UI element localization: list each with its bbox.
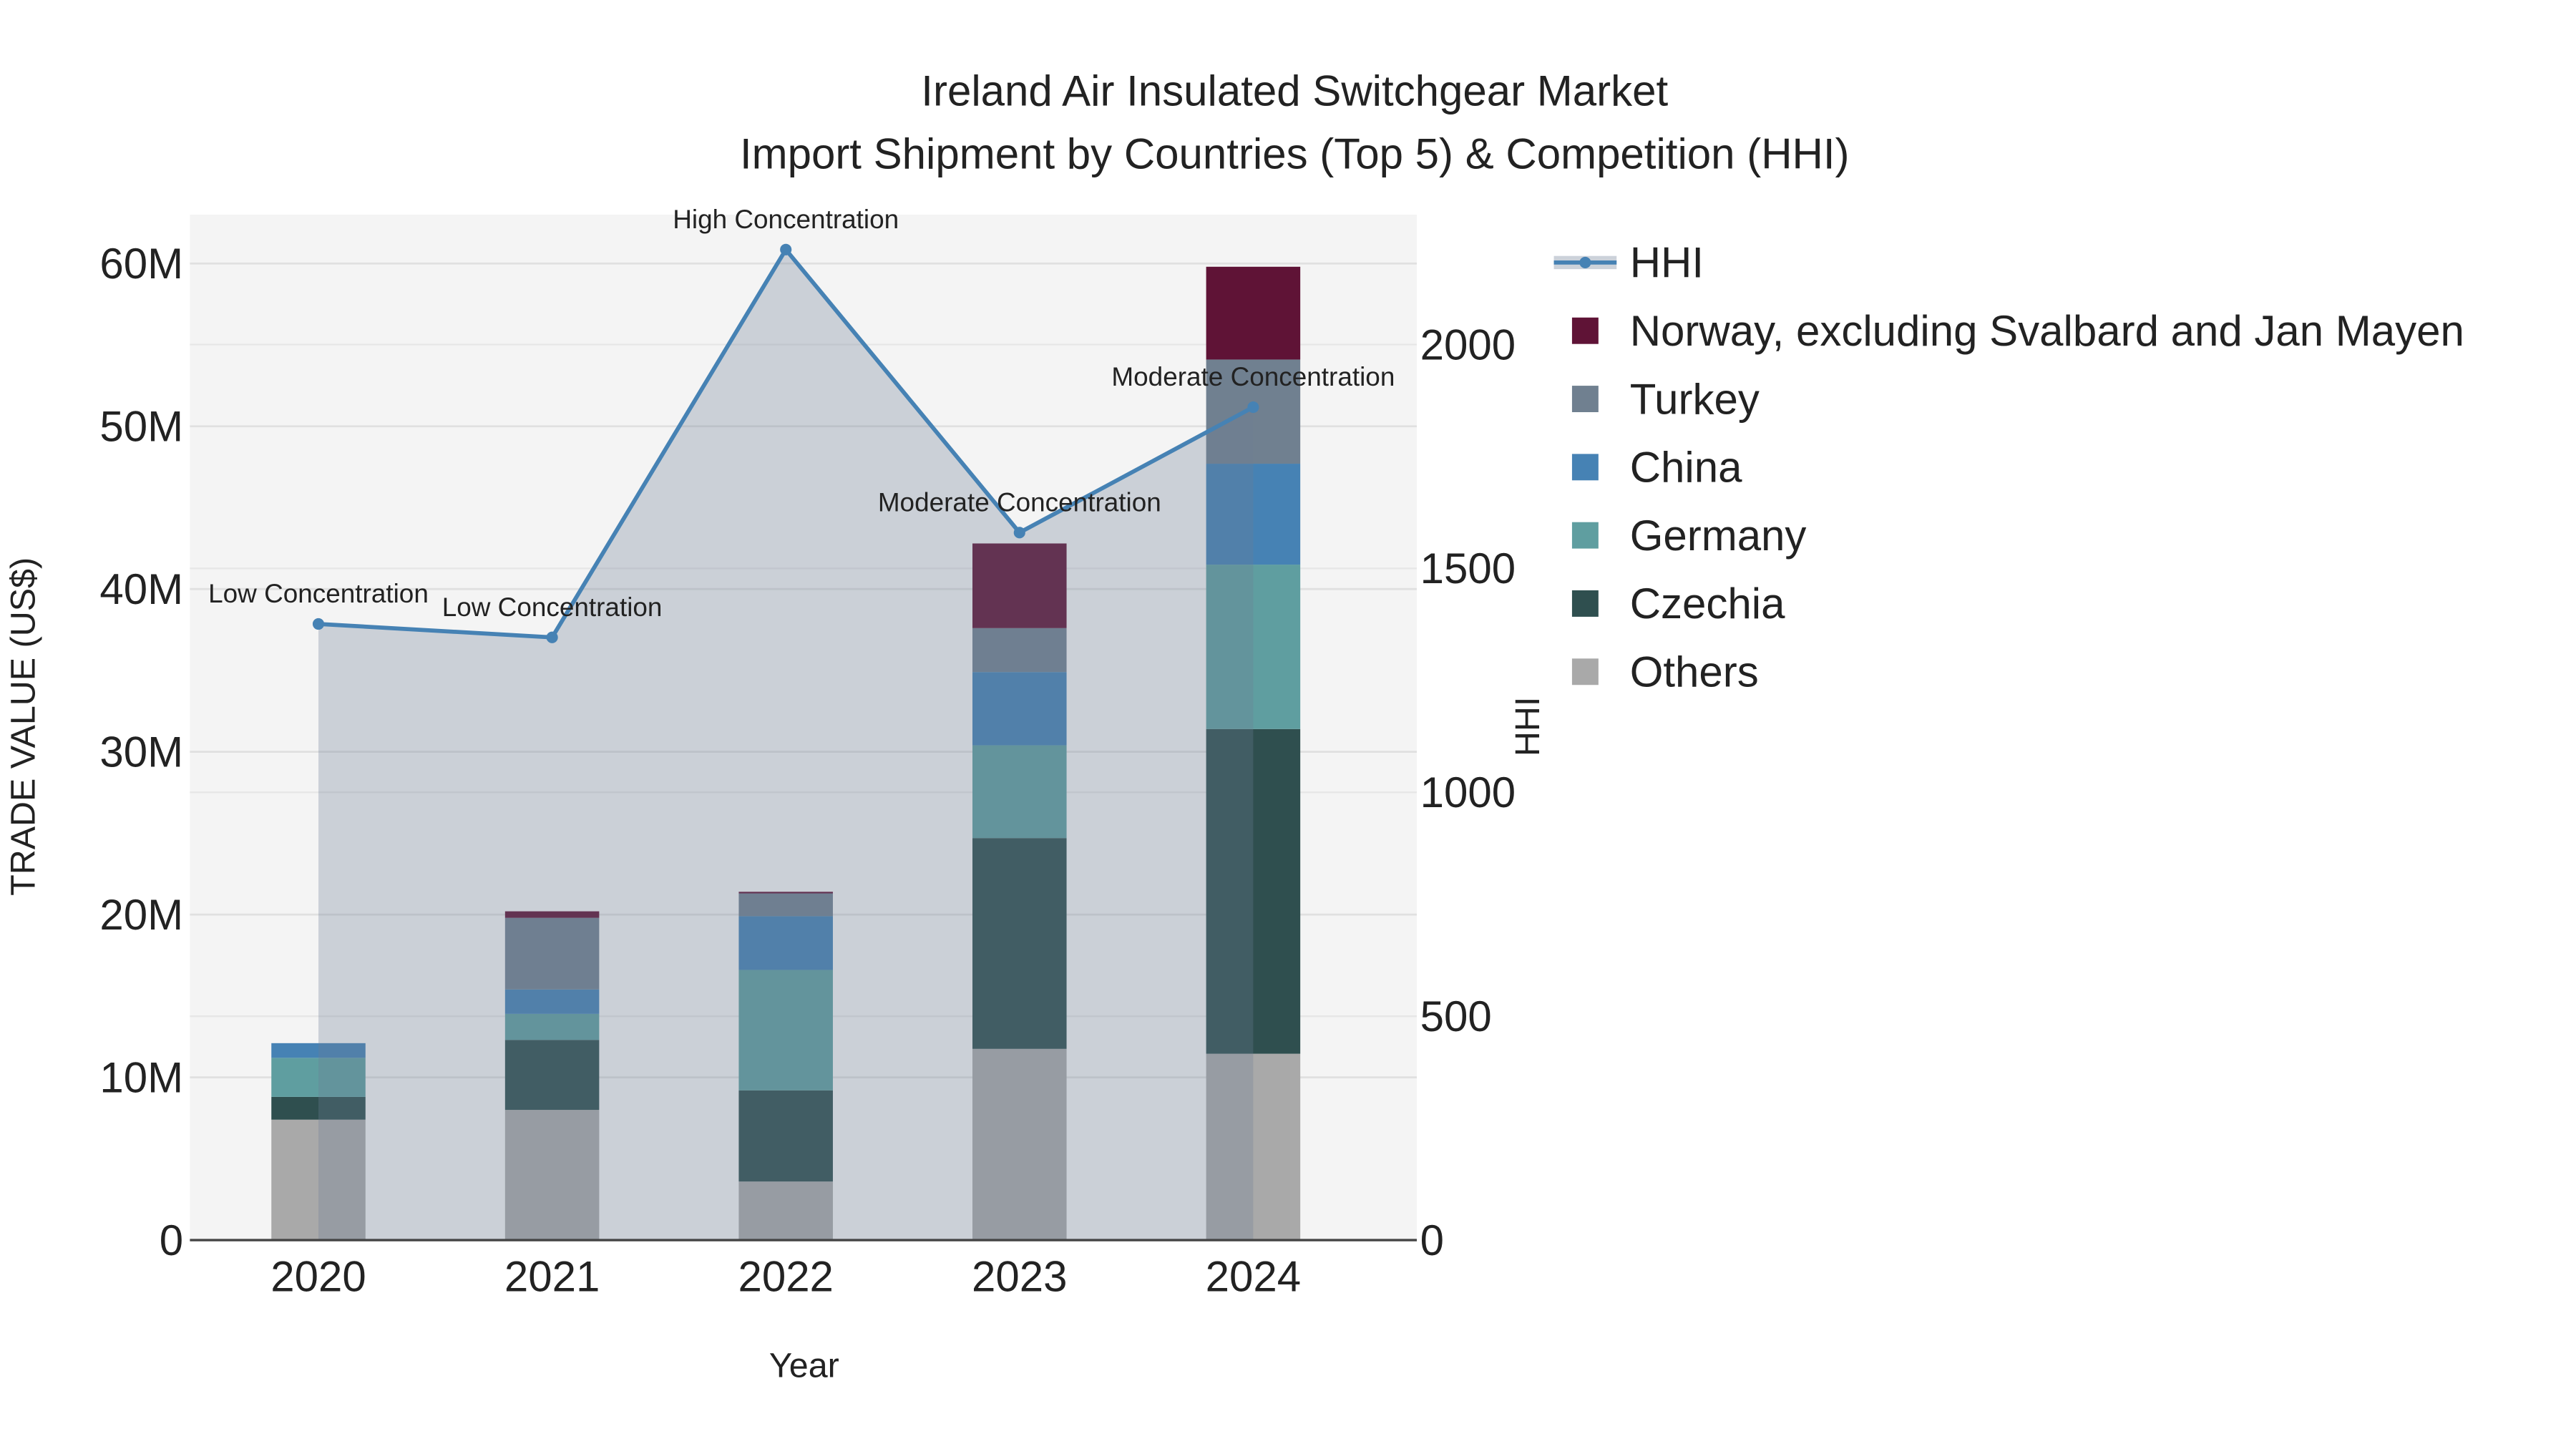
hhi-annotation: Moderate Concentration: [878, 487, 1161, 517]
hhi-point: [1013, 527, 1025, 539]
hhi-annotation: High Concentration: [673, 205, 899, 234]
y2-tick-label: 2000: [1420, 321, 1516, 369]
legend-swatch: [1571, 522, 1599, 549]
y-axis-label: TRADE VALUE (US$): [4, 557, 42, 896]
y-tick-label: 50M: [99, 402, 183, 450]
y-tick-label: 60M: [99, 240, 183, 288]
legend-entry: Germany: [1630, 512, 1807, 560]
chart: Ireland Air Insulated Switchgear Market …: [4, 67, 2464, 1385]
x-tick-label: 2021: [504, 1253, 600, 1301]
y2-tick-label: 1000: [1420, 769, 1516, 816]
legend-entry: Others: [1630, 648, 1759, 696]
x-tick-label: 2024: [1206, 1253, 1301, 1301]
hhi-point: [1247, 401, 1259, 414]
y-tick-label: 30M: [99, 728, 183, 776]
hhi-annotation: Low Concentration: [208, 579, 429, 608]
legend-entry: Czechia: [1630, 580, 1785, 628]
y2-tick-label: 1500: [1420, 545, 1516, 592]
legend-entry: Turkey: [1630, 375, 1760, 423]
hhi-annotation: Low Concentration: [442, 592, 663, 622]
y-tick-label: 40M: [99, 565, 183, 613]
x-axis-label: Year: [769, 1347, 839, 1385]
legend-swatch: [1571, 590, 1599, 617]
legend-entry: HHI: [1630, 239, 1704, 287]
hhi-point: [546, 631, 558, 643]
legend-swatch: [1571, 454, 1599, 481]
y-tick-label: 10M: [99, 1053, 183, 1101]
y2-axis-label: HHI: [1508, 697, 1547, 756]
legend-swatch: [1571, 317, 1599, 344]
y-tick-label: 20M: [99, 891, 183, 939]
x-tick-label: 2023: [972, 1253, 1067, 1301]
x-tick-label: 2020: [270, 1253, 366, 1301]
hhi-point: [780, 243, 792, 255]
hhi-point: [312, 618, 325, 630]
y2-tick-label: 500: [1420, 992, 1492, 1040]
x-tick-label: 2022: [738, 1253, 833, 1301]
legend-swatch: [1571, 386, 1599, 412]
legend-entry: China: [1630, 444, 1742, 492]
y-tick-label: 0: [160, 1216, 183, 1264]
hhi-annotation: Moderate Concentration: [1111, 362, 1395, 391]
chart-title: Ireland Air Insulated Switchgear Market: [921, 67, 1668, 115]
y2-tick-label: 0: [1420, 1216, 1444, 1264]
bar-norway: [1206, 266, 1301, 360]
chart-subtitle: Import Shipment by Countries (Top 5) & C…: [740, 130, 1850, 177]
legend-swatch: [1571, 658, 1599, 686]
legend-hhi-marker: [1579, 256, 1591, 268]
legend-entry: Norway, excluding Svalbard and Jan Mayen: [1630, 307, 2464, 355]
